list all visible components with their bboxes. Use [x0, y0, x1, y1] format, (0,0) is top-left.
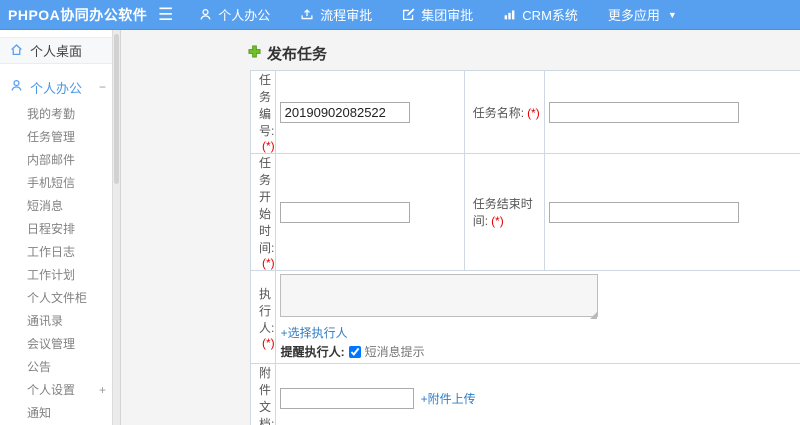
sidebar-item-contacts[interactable]: 通讯录 — [0, 310, 112, 333]
nav-more-apps[interactable]: 更多应用 ▼ — [608, 5, 677, 24]
attachment-label: 附件文档: — [259, 366, 275, 425]
scrollbar-thumb[interactable] — [114, 34, 119, 184]
main-content: 发布任务 任务编号:(*) 任务名称:(*) 任务开始时间:(*) 任务结束时间… — [122, 30, 800, 425]
sidebar-item-short-message[interactable]: 短消息 — [0, 195, 112, 218]
add-plus-icon — [248, 45, 261, 62]
sidebar-item-schedule[interactable]: 日程安排 — [0, 218, 112, 241]
nav-crm[interactable]: CRM系统 — [503, 5, 578, 24]
sidebar-item-sms[interactable]: 手机短信 — [0, 172, 112, 195]
sidebar-list: 我的考勤 任务管理 内部邮件 手机短信 短消息 日程安排 工作日志 工作计划 个… — [0, 103, 112, 425]
task-number-input[interactable] — [279, 101, 410, 123]
nav-personal-office[interactable]: 个人办公 — [199, 5, 270, 24]
form-row-number-name: 任务编号:(*) 任务名称:(*) — [250, 70, 800, 154]
required-mark: (*) — [262, 139, 275, 153]
sidebar-scrollbar[interactable] — [112, 30, 121, 425]
sidebar-item-settings[interactable]: 个人设置 + — [0, 379, 112, 402]
home-icon — [10, 43, 23, 59]
form-row-times: 任务开始时间:(*) 任务结束时间: (*) — [250, 153, 800, 271]
form-row-attachment: 附件文档: +附件上传 — [250, 363, 800, 425]
edit-square-icon — [402, 8, 415, 21]
sidebar-item-meeting[interactable]: 会议管理 — [0, 333, 112, 356]
expand-icon[interactable]: + — [99, 379, 106, 402]
start-time-input[interactable] — [279, 201, 410, 223]
select-executor-link[interactable]: +选择执行人 — [281, 324, 800, 341]
required-mark: (*) — [262, 335, 275, 350]
sidebar-item-internal-mail[interactable]: 内部邮件 — [0, 149, 112, 172]
required-mark: (*) — [527, 105, 540, 120]
collapse-icon[interactable]: − — [99, 80, 106, 94]
chevron-down-icon: ▼ — [667, 9, 677, 20]
remind-executor-label: 提醒执行人: — [280, 345, 345, 359]
person-icon — [199, 8, 212, 21]
form-row-executor: 执行人:(*) +选择执行人 提醒执行人: 短消息提示 — [250, 270, 800, 364]
sidebar-item-file-cabinet[interactable]: 个人文件柜 — [0, 287, 112, 310]
sms-remind-option-label: 短消息提示 — [364, 345, 425, 359]
nav-group-approval[interactable]: 集团审批 — [402, 5, 473, 24]
sidebar-item-announcement[interactable]: 公告 — [0, 356, 112, 379]
sidebar-item-notice[interactable]: 通知 — [0, 402, 112, 425]
person-icon — [10, 79, 23, 95]
app-window: PHPOA协同办公软件 ☰ 个人办公 流程审批 集团审批 CRM系统 更多应用 … — [0, 0, 800, 425]
menu-toggle-icon[interactable]: ☰ — [158, 6, 173, 23]
attachment-upload-link[interactable]: +附件上传 — [421, 390, 476, 407]
app-logo: PHPOA协同办公软件 — [8, 6, 148, 23]
resize-handle[interactable] — [589, 312, 597, 319]
required-mark: (*) — [262, 256, 275, 270]
top-nav: 个人办公 流程审批 集团审批 CRM系统 更多应用 ▼ — [199, 5, 707, 24]
sidebar-item-attendance[interactable]: 我的考勤 — [0, 103, 112, 126]
sidebar-item-work-log[interactable]: 工作日志 — [0, 241, 112, 264]
start-time-label: 任务开始时间: — [259, 156, 275, 255]
end-time-input[interactable] — [548, 201, 739, 223]
task-name-label: 任务名称: — [472, 105, 525, 120]
task-name-input[interactable] — [548, 101, 739, 123]
bar-chart-icon — [503, 8, 516, 21]
sidebar: 个人桌面 个人办公 − 我的考勤 任务管理 内部邮件 手机短信 短消息 日程安排… — [0, 30, 112, 425]
topbar: PHPOA协同办公软件 ☰ 个人办公 流程审批 集团审批 CRM系统 更多应用 … — [0, 0, 800, 30]
required-mark: (*) — [491, 214, 504, 228]
flow-approval-icon — [300, 8, 314, 21]
sidebar-item-desktop[interactable]: 个人桌面 — [0, 37, 112, 64]
sidebar-group-personal-office[interactable]: 个人办公 − — [0, 74, 112, 100]
attachment-input[interactable] — [279, 387, 414, 409]
executor-label: 执行人: — [259, 286, 275, 335]
sms-remind-checkbox[interactable] — [348, 345, 361, 358]
executor-textarea[interactable] — [279, 274, 598, 317]
sidebar-item-work-plan[interactable]: 工作计划 — [0, 264, 112, 287]
publish-task-form: 任务编号:(*) 任务名称:(*) 任务开始时间:(*) 任务结束时间:(*) … — [250, 70, 800, 425]
sidebar-item-task-management[interactable]: 任务管理 — [0, 126, 112, 149]
nav-workflow-approval[interactable]: 流程审批 — [300, 5, 372, 24]
page-title: 发布任务 — [248, 43, 327, 64]
task-number-label: 任务编号: — [259, 73, 275, 138]
